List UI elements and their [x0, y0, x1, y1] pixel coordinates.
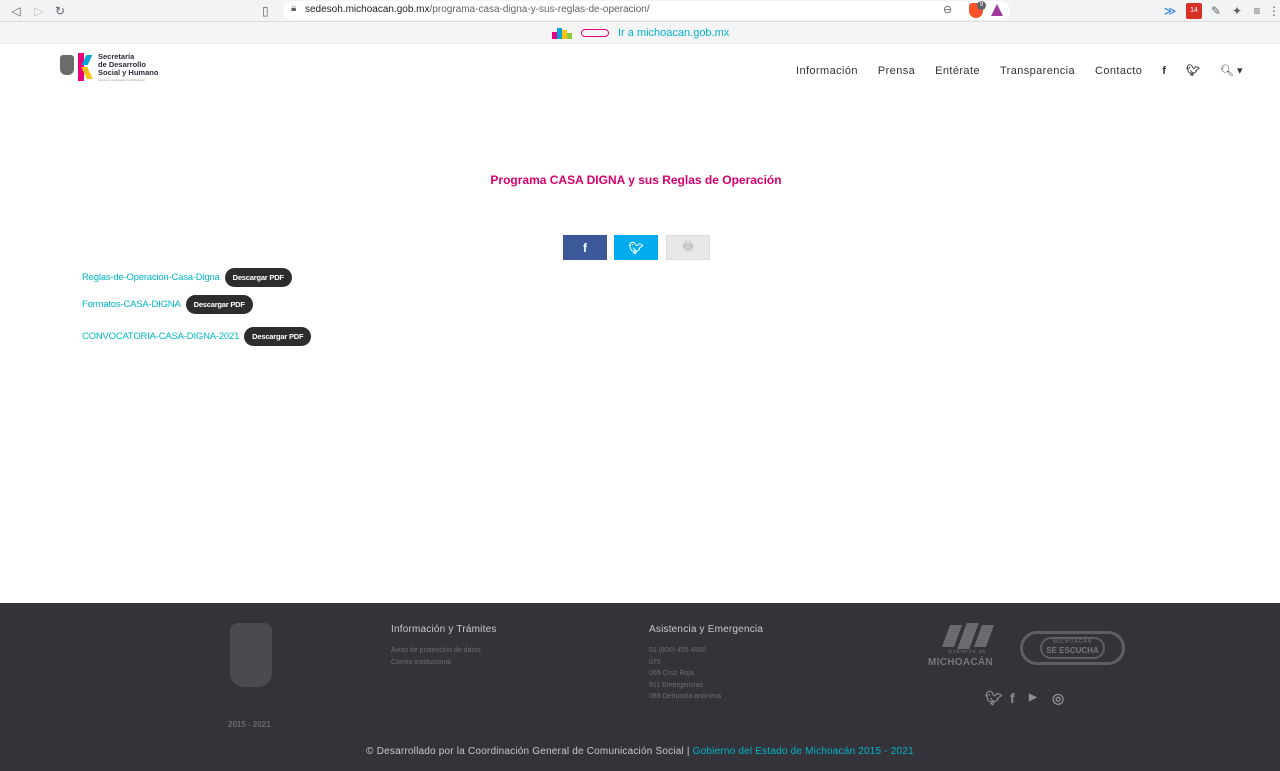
nav-prensa[interactable]: Prensa [878, 65, 915, 77]
download-item: Reglas-de-Operación-Casa-Digna Descargar… [82, 268, 292, 287]
playlist-icon[interactable]: ≡ [1249, 3, 1265, 19]
footer-phone: 065 Cruz Roja [649, 670, 694, 677]
facebook-icon[interactable]: f [1162, 65, 1166, 77]
michoacan-link[interactable]: Ir a michoacan.gob.mx [618, 27, 729, 39]
zoom-icon[interactable]: ⊖ [943, 3, 952, 16]
print-icon: 🖶 [682, 239, 694, 253]
nav-enterate[interactable]: Entérate [935, 65, 980, 77]
escucha-mini-logo [581, 29, 609, 37]
footer-phone: 089 Denuncia anónima [649, 693, 721, 700]
footer-heading: Asistencia y Emergencia [649, 624, 764, 635]
reload-icon[interactable]: ↻ [52, 3, 68, 19]
download-link[interactable]: Formatos-CASA-DIGNA [82, 299, 181, 310]
footer-link[interactable]: Aviso de protección de datos [391, 645, 497, 657]
nav-informacion[interactable]: Información [796, 65, 858, 77]
lock-icon: 🔒︎ [291, 3, 297, 14]
michoacan-se-escucha-logo[interactable]: MICHOACÁN SE ESCUCHA [1020, 631, 1125, 665]
k-logo-icon [78, 53, 93, 81]
footer-years: 2015 - 2021 [228, 720, 271, 729]
eyedropper-icon[interactable]: ✎ [1208, 3, 1224, 19]
logo-text: Secretaría de Desarrollo Social y Humano [98, 52, 159, 77]
state-seal-icon [60, 55, 74, 75]
download-link[interactable]: CONVOCATORIA-CASA-DIGNA-2021 [82, 331, 239, 342]
youtube-icon[interactable]: ▶ [1029, 692, 1037, 703]
brave-rewards-icon[interactable] [991, 4, 1003, 16]
facebook-icon: f [583, 240, 587, 255]
back-icon[interactable]: ◁ [8, 3, 24, 19]
puzzle-icon[interactable]: ✦ [1229, 3, 1245, 19]
page-title: Programa CASA DIGNA y sus Reglas de Oper… [490, 173, 782, 187]
site-header: Secretaría de Desarrollo Social y Humano… [0, 44, 1280, 96]
footer-col-info: Información y Trámites Aviso de protecci… [391, 624, 497, 668]
site-footer: 2015 - 2021 Información y Trámites Aviso… [0, 603, 1280, 771]
nav-contacto[interactable]: Contacto [1095, 65, 1142, 77]
download-pdf-button[interactable]: Descargar PDF [244, 327, 312, 346]
search-icon[interactable]: 🔍︎ ▾ [1220, 64, 1243, 77]
url-text: sedesoh.michoacan.gob.mx/programa-casa-d… [305, 4, 650, 15]
extension-badge-icon[interactable]: 14 [1186, 3, 1202, 19]
logo-tagline: Gobierno del Estado de Michoacán [98, 78, 145, 82]
extension-arrow-icon[interactable]: ≫ [1162, 3, 1178, 19]
download-item: Formatos-CASA-DIGNA Descargar PDF [82, 295, 253, 314]
share-facebook-button[interactable]: f [563, 235, 607, 260]
instagram-icon[interactable]: ◎ [1052, 690, 1064, 707]
footer-state-seal: 2015 - 2021 [228, 623, 274, 729]
facebook-icon[interactable]: f [1010, 690, 1015, 706]
gobierno-link[interactable]: Gobierno del Estado de Michoacán 2015 - … [693, 746, 914, 757]
download-pdf-button[interactable]: Descargar PDF [224, 268, 292, 287]
footer-link[interactable]: Correo institucional [391, 657, 497, 669]
copyright: © Desarrollado por la Coordinación Gener… [366, 746, 914, 757]
bookmark-icon[interactable]: ▯ [262, 3, 276, 19]
gobierno-michoacan-logo[interactable]: Gobierno de MICHOACÁN [928, 623, 1010, 671]
address-bar[interactable]: 🔒︎ sedesoh.michoacan.gob.mx/programa-cas… [283, 1, 1010, 20]
shields-count-badge: 9 [977, 1, 986, 10]
main-nav: Información Prensa Entérate Transparenci… [796, 64, 1243, 78]
footer-heading: Información y Trámites [391, 624, 497, 635]
download-link[interactable]: Reglas-de-Operación-Casa-Digna [82, 272, 220, 283]
menu-icon[interactable]: ⋮ [1268, 3, 1280, 19]
download-item: CONVOCATORIA-CASA-DIGNA-2021 Descargar P… [82, 327, 312, 346]
state-seal-icon [230, 623, 272, 687]
footer-col-emergency: Asistencia y Emergencia 01 (800) 455 450… [649, 624, 763, 703]
top-bar: Ir a michoacan.gob.mx [0, 22, 1280, 44]
twitter-icon: 🐦︎ [628, 240, 644, 255]
footer-phone: 01 (800) 455 4500 [649, 647, 707, 654]
share-twitter-button[interactable]: 🐦︎ [614, 235, 658, 260]
browser-toolbar: ◁ ▷ ↻ ▯ 🔒︎ sedesoh.michoacan.gob.mx/prog… [0, 0, 1280, 22]
michoacan-mini-logo [552, 27, 572, 39]
forward-icon[interactable]: ▷ [31, 3, 47, 19]
print-button[interactable]: 🖶 [666, 235, 710, 260]
footer-phone: 070 [649, 658, 661, 666]
twitter-icon[interactable]: 🐦︎ [1186, 64, 1200, 77]
nav-transparencia[interactable]: Transparencia [1000, 65, 1075, 77]
footer-phone: 911 Emergencias [649, 681, 703, 689]
site-logo[interactable]: Secretaría de Desarrollo Social y Humano… [60, 53, 190, 83]
download-pdf-button[interactable]: Descargar PDF [185, 295, 253, 314]
twitter-icon[interactable]: 🐦︎ [985, 690, 1003, 707]
